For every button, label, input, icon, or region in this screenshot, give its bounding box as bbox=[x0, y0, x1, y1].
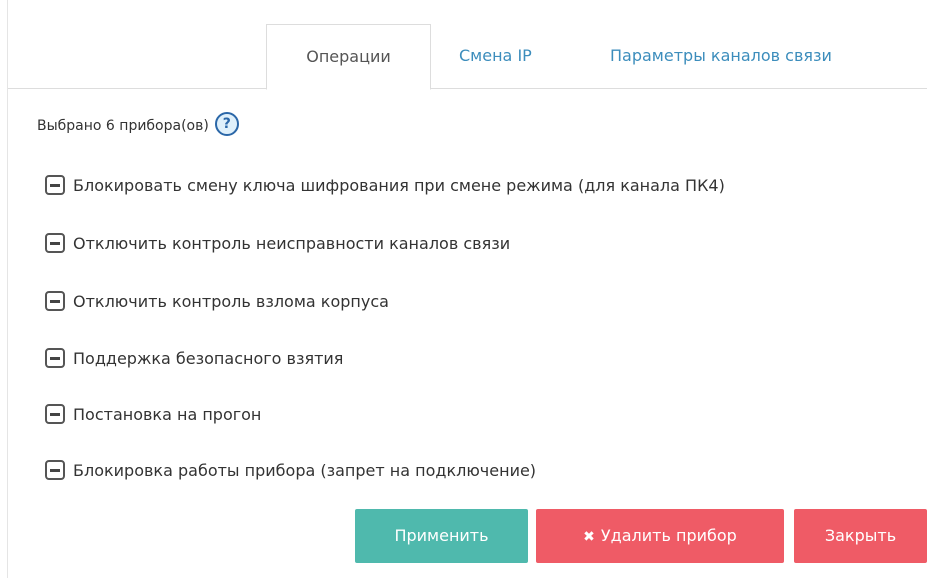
option-label: Отключить контроль неисправности каналов… bbox=[73, 233, 511, 253]
device-operations-dialog: Операции Смена IP Параметры каналов связ… bbox=[0, 0, 927, 578]
close-button[interactable]: Закрыть bbox=[794, 509, 927, 563]
delete-device-button[interactable]: ✖ Удалить прибор bbox=[536, 509, 784, 563]
indeterminate-checkbox-icon[interactable] bbox=[45, 291, 65, 311]
indeterminate-checkbox-icon[interactable] bbox=[45, 460, 65, 480]
option-label: Блокировать смену ключа шифрования при с… bbox=[73, 175, 725, 195]
option-label: Поддержка безопасного взятия bbox=[73, 348, 344, 368]
close-x-icon: ✖ bbox=[583, 529, 595, 545]
tab-channel-parameters[interactable]: Параметры каналов связи bbox=[610, 24, 832, 88]
indeterminate-checkbox-icon[interactable] bbox=[45, 348, 65, 368]
delete-device-label: Удалить прибор bbox=[600, 526, 737, 545]
option-safe-arming-support[interactable]: Поддержка безопасного взятия bbox=[45, 346, 343, 370]
indeterminate-checkbox-icon[interactable] bbox=[45, 404, 65, 424]
tab-operations[interactable]: Операции bbox=[266, 24, 431, 90]
selected-count-text: Выбрано 6 прибора(ов) bbox=[37, 118, 209, 134]
indeterminate-checkbox-icon[interactable] bbox=[45, 233, 65, 253]
tab-bar-divider bbox=[8, 88, 927, 89]
tab-change-ip[interactable]: Смена IP bbox=[459, 24, 532, 88]
selected-devices-info: Выбрано 6 прибора(ов)? bbox=[37, 112, 239, 139]
option-block-key-change[interactable]: Блокировать смену ключа шифрования при с… bbox=[45, 173, 725, 197]
option-disable-tamper-control[interactable]: Отключить контроль взлома корпуса bbox=[45, 289, 389, 313]
option-test-run[interactable]: Постановка на прогон bbox=[45, 402, 261, 426]
option-label: Блокировка работы прибора (запрет на под… bbox=[73, 460, 537, 480]
indeterminate-checkbox-icon[interactable] bbox=[45, 175, 65, 195]
option-block-device[interactable]: Блокировка работы прибора (запрет на под… bbox=[45, 458, 536, 482]
help-icon[interactable]: ? bbox=[214, 112, 239, 136]
option-disable-channel-fault-control[interactable]: Отключить контроль неисправности каналов… bbox=[45, 231, 510, 255]
left-divider bbox=[7, 0, 8, 578]
apply-button[interactable]: Применить bbox=[355, 509, 528, 563]
option-label: Постановка на прогон bbox=[73, 404, 262, 424]
option-label: Отключить контроль взлома корпуса bbox=[73, 291, 389, 311]
